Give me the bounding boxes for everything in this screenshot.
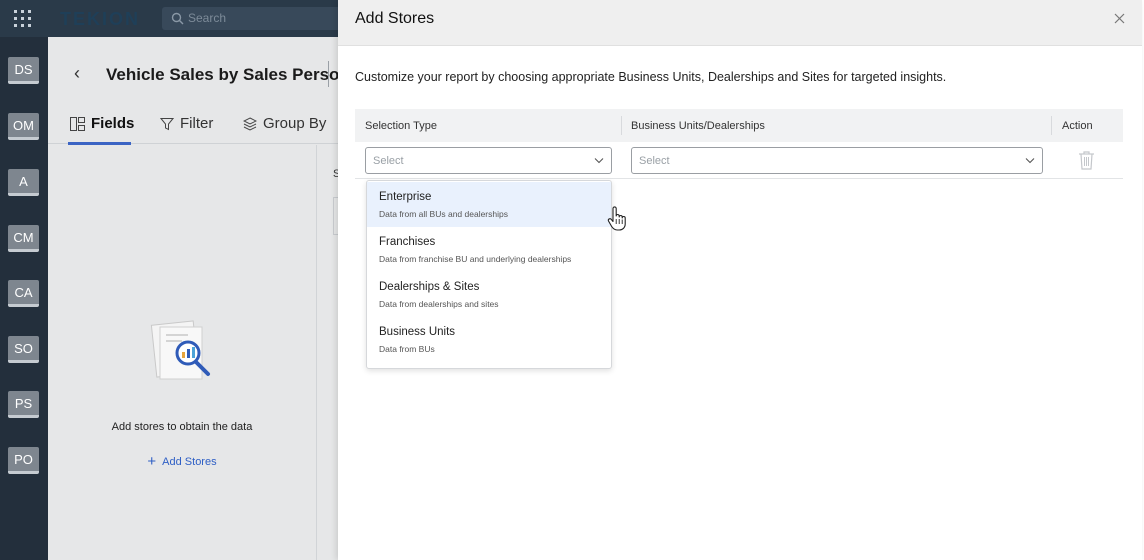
report-page: ‹ Vehicle Sales by Sales Person Fields F…: [48, 37, 350, 560]
title-divider: [328, 61, 329, 87]
search-placeholder: Search: [188, 11, 227, 25]
drawer-header: Add Stores: [338, 0, 1142, 46]
hand-pointer-icon: [607, 206, 626, 231]
report-tabs: Fields Filter Group By: [48, 107, 338, 145]
drawer-title: Add Stores: [355, 10, 435, 27]
option-subtitle: Data from franchise BU and underlying de…: [379, 254, 572, 264]
report-header: ‹ Vehicle Sales by Sales Person: [48, 37, 350, 107]
rail-badge-ds[interactable]: DS: [8, 57, 39, 84]
fields-icon: [70, 116, 85, 131]
option-franchises[interactable]: Franchises Data from franchise BU and un…: [367, 227, 611, 272]
row-divider: [355, 178, 1123, 179]
business-units-select[interactable]: Select: [631, 147, 1043, 174]
rail-badge-ca[interactable]: CA: [8, 280, 39, 307]
add-stores-link[interactable]: + Add Stores: [48, 453, 316, 470]
business-units-placeholder: Select: [639, 155, 670, 167]
active-tab-indicator: [68, 142, 131, 145]
tab-group-by-label: Group By: [263, 115, 327, 132]
page-title: Vehicle Sales by Sales Person: [106, 65, 350, 84]
selection-type-dropdown: Enterprise Data from all BUs and dealers…: [366, 180, 612, 369]
option-dealerships-sites[interactable]: Dealerships & Sites Data from dealership…: [367, 272, 611, 317]
empty-search-illustration-icon: [150, 320, 210, 380]
rail-badge-so[interactable]: SO: [8, 336, 39, 363]
chevron-down-icon: [594, 158, 604, 164]
back-chevron-icon[interactable]: ‹: [74, 63, 80, 84]
column-divider: [1051, 116, 1052, 135]
column-business-units: Business Units/Dealerships: [631, 120, 765, 132]
search-icon: [171, 12, 184, 25]
option-enterprise[interactable]: Enterprise Data from all BUs and dealers…: [367, 182, 611, 227]
apps-grid-icon[interactable]: [14, 10, 31, 27]
empty-state-text: Add stores to obtain the data: [111, 421, 253, 433]
tab-fields[interactable]: Fields: [70, 115, 134, 132]
add-stores-drawer: Add Stores Customize your report by choo…: [338, 0, 1142, 560]
option-title: Business Units: [379, 326, 456, 338]
option-title: Dealerships & Sites: [379, 281, 480, 293]
option-subtitle: Data from dealerships and sites: [379, 299, 499, 309]
tab-fields-label: Fields: [91, 115, 135, 132]
column-selection-type: Selection Type: [365, 120, 437, 132]
tab-group-by[interactable]: Group By: [243, 115, 326, 132]
selection-type-select[interactable]: Select: [365, 147, 612, 174]
filter-icon: [160, 117, 174, 130]
tekion-logo: TEKION: [60, 9, 141, 29]
plus-icon: +: [147, 453, 157, 470]
option-title: Enterprise: [379, 191, 432, 203]
rail-badge-om[interactable]: OM: [8, 113, 39, 140]
rail-badge-ps[interactable]: PS: [8, 391, 39, 418]
search-input[interactable]: Search: [162, 7, 338, 30]
drawer-description: Customize your report by choosing approp…: [355, 70, 947, 84]
table-header: Selection Type Business Units/Dealership…: [355, 109, 1123, 142]
layers-icon: [243, 116, 257, 131]
trash-icon[interactable]: [1078, 150, 1095, 170]
close-icon[interactable]: [1114, 13, 1125, 24]
rail-badge-po[interactable]: PO: [8, 447, 39, 474]
top-bar: TEKION Search: [0, 0, 338, 37]
tab-filter-label: Filter: [180, 115, 214, 132]
option-subtitle: Data from all BUs and dealerships: [379, 209, 508, 219]
left-rail: DS OM A CM CA SO PS PO: [0, 0, 48, 560]
option-title: Franchises: [379, 236, 436, 248]
content-divider: [316, 145, 317, 560]
rail-badge-cm[interactable]: CM: [8, 225, 39, 252]
add-stores-label: Add Stores: [162, 456, 217, 468]
rail-badge-a[interactable]: A: [8, 169, 39, 196]
column-divider: [621, 116, 622, 135]
option-subtitle: Data from BUs: [379, 344, 435, 354]
selection-type-placeholder: Select: [373, 155, 404, 167]
option-business-units[interactable]: Business Units Data from BUs: [367, 317, 611, 362]
chevron-down-icon: [1025, 158, 1035, 164]
tab-filter[interactable]: Filter: [160, 115, 213, 132]
column-action: Action: [1062, 120, 1093, 132]
